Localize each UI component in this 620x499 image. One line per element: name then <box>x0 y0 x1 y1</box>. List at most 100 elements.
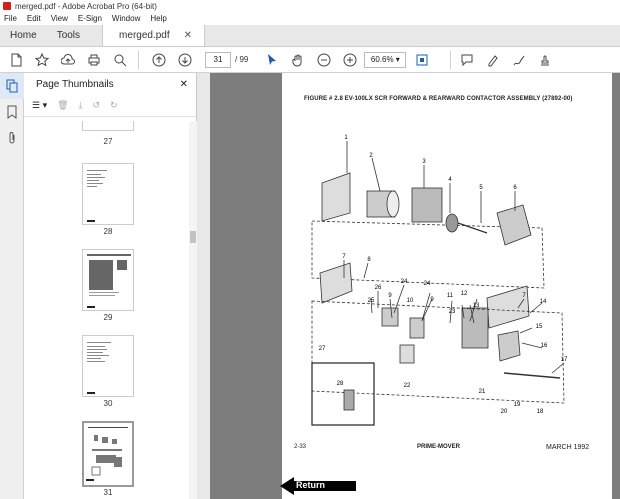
rotate-right-icon[interactable]: ↻ <box>110 100 118 111</box>
callout-label: 8 <box>367 257 371 263</box>
callout-label: 18 <box>537 409 544 415</box>
return-button-label: Return <box>296 480 325 490</box>
callout-label: 24 <box>401 279 408 285</box>
window-title: merged.pdf - Adobe Acrobat Pro (64-bit) <box>15 1 157 11</box>
zoom-level-value: 60.6% <box>370 55 394 64</box>
zoom-level-select[interactable]: 60.6% ▾ <box>364 51 407 68</box>
extract-page-icon[interactable]: ⤓ <box>79 100 83 111</box>
print-icon[interactable] <box>84 50 104 70</box>
stamp-icon[interactable] <box>535 50 555 70</box>
tab-bar: Home Tools merged.pdf ✕ <box>0 25 620 47</box>
page-total: / 99 <box>235 55 249 64</box>
options-menu-icon[interactable]: ☰ ▾ <box>32 100 47 111</box>
new-document-icon[interactable] <box>6 50 26 70</box>
callout-label: 20 <box>501 409 508 415</box>
delete-page-icon[interactable]: 🗑 <box>57 100 68 111</box>
hand-tool-icon[interactable] <box>288 50 308 70</box>
zoom-out-icon[interactable] <box>314 50 334 70</box>
callout-label: 28 <box>337 381 344 387</box>
scrollbar-thumb[interactable] <box>190 231 196 243</box>
panel-toolbar: ☰ ▾ 🗑 ⤓ ↺ ↻ <box>24 95 196 117</box>
thumbnail-scrollbar[interactable] <box>189 121 197 499</box>
callout-label: 15 <box>536 324 543 330</box>
callout-label: 26 <box>375 285 382 291</box>
panel-header: Page Thumbnails ✕ <box>24 73 196 95</box>
callout-label: 9 <box>388 293 392 299</box>
title-bar: merged.pdf - Adobe Acrobat Pro (64-bit) <box>0 0 620 12</box>
main-toolbar: 31 / 99 60.6% ▾ <box>0 47 620 73</box>
footer-logo: PRIME-MOVER <box>417 444 461 450</box>
menu-esign[interactable]: E-Sign <box>78 14 102 23</box>
callout-label: 21 <box>479 389 486 395</box>
close-tab-icon[interactable]: ✕ <box>184 30 192 41</box>
callout-label: 10 <box>407 298 414 304</box>
comment-icon[interactable] <box>457 50 477 70</box>
acrobat-app-icon <box>3 2 11 10</box>
callout-label: 22 <box>404 383 411 389</box>
page-thumbnails-icon[interactable] <box>0 73 24 99</box>
callout-label: 24 <box>424 281 431 287</box>
callout-label: 12 <box>461 291 468 297</box>
tab-document[interactable]: merged.pdf ✕ <box>102 25 206 46</box>
highlight-pen-icon[interactable] <box>483 50 503 70</box>
page-thumbnail-selected[interactable] <box>82 421 134 487</box>
search-icon[interactable] <box>110 50 130 70</box>
rotate-left-icon[interactable]: ↺ <box>93 100 101 111</box>
menu-view[interactable]: View <box>51 14 68 23</box>
viewport-gutter <box>197 73 210 499</box>
page-thumbnail[interactable] <box>82 335 134 397</box>
callout-label: 5 <box>479 185 483 191</box>
callout-label: 23 <box>449 309 456 315</box>
zoom-in-icon[interactable] <box>340 50 360 70</box>
callout-label: 25 <box>368 298 375 304</box>
thumbnail-label: 27 <box>103 137 113 146</box>
close-panel-icon[interactable]: ✕ <box>180 79 188 90</box>
callout-label: 2 <box>369 153 373 159</box>
callout-label: 13 <box>473 303 480 309</box>
previous-page-icon[interactable] <box>149 50 169 70</box>
thumbnail-label: 30 <box>103 399 113 408</box>
thumbnail-label: 31 <box>103 488 113 497</box>
draw-icon[interactable] <box>509 50 529 70</box>
callout-label: 9 <box>430 297 434 303</box>
page-thumbnail[interactable] <box>82 163 134 225</box>
menu-edit[interactable]: Edit <box>27 14 41 23</box>
callout-label: 6 <box>513 185 517 191</box>
next-page-icon[interactable] <box>175 50 195 70</box>
pdf-page: FIGURE # 2.8 EV-100LX SCR FORWARD & REAR… <box>282 73 612 499</box>
exploded-parts-diagram: 1 2 3 4 5 6 7 8 26 25 24 9 10 24 9 11 23… <box>311 135 568 426</box>
callout-label: 19 <box>514 402 521 408</box>
menu-file[interactable]: File <box>4 14 17 23</box>
fit-page-icon[interactable] <box>412 50 432 70</box>
tab-document-label: merged.pdf <box>119 30 170 41</box>
page-thumbnail[interactable] <box>82 121 134 131</box>
menu-bar: File Edit View E-Sign Window Help <box>0 12 620 25</box>
toolbar-separator <box>450 50 452 69</box>
callout-label: 1 <box>344 135 348 141</box>
star-icon[interactable] <box>32 50 52 70</box>
toolbar-separator <box>138 50 139 69</box>
upload-cloud-icon[interactable] <box>58 50 78 70</box>
callout-label: 27 <box>319 346 326 352</box>
bookmark-icon[interactable] <box>0 99 24 125</box>
left-navigation-rail <box>0 73 24 499</box>
tab-home[interactable]: Home <box>0 25 47 46</box>
menu-window[interactable]: Window <box>112 14 140 23</box>
footer-date: MARCH 1992 <box>546 444 590 451</box>
attachment-icon[interactable] <box>0 125 24 151</box>
return-button[interactable]: Return <box>280 477 356 495</box>
callout-label: 11 <box>447 293 454 299</box>
page-number-input[interactable]: 31 <box>205 51 231 68</box>
callout-label: 4 <box>448 177 452 183</box>
footer-page-number: 2-33 <box>294 444 307 450</box>
thumbnail-label: 28 <box>103 227 113 236</box>
menu-help[interactable]: Help <box>150 14 166 23</box>
callout-label: 17 <box>561 357 568 363</box>
thumbnail-label: 29 <box>103 313 113 322</box>
tab-tools[interactable]: Tools <box>47 25 90 46</box>
callout-label: 14 <box>540 299 547 305</box>
thumbnail-list: 27 28 29 30 31 <box>24 121 189 499</box>
select-cursor-icon[interactable] <box>262 50 282 70</box>
page-thumbnail[interactable] <box>82 249 134 311</box>
document-viewport: FIGURE # 2.8 EV-100LX SCR FORWARD & REAR… <box>197 73 620 499</box>
